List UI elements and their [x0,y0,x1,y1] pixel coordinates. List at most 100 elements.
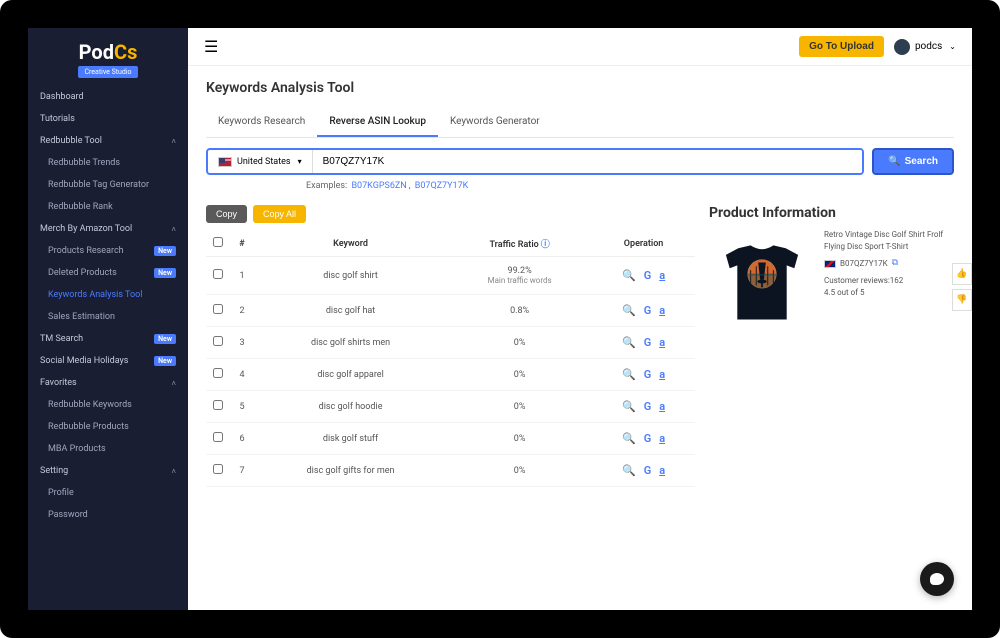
asin-input[interactable] [313,150,863,173]
topbar: ☰ Go To Upload podcs ⌄ [188,28,972,66]
row-checkbox[interactable] [213,400,223,410]
sidebar-item-redbubble-tag[interactable]: Redbubble Tag Generator [28,174,188,196]
row-traffic: 0.8% [447,295,592,327]
row-keyword: disc golf shirt [254,257,447,295]
new-badge: New [154,356,176,366]
new-badge: New [154,334,176,344]
examples: Examples: B07KGPS6ZN, B07QZ7Y17K [206,181,954,191]
google-op-icon[interactable]: G [644,368,652,381]
uk-flag-icon [824,260,836,268]
example-link-1[interactable]: B07KGPS6ZN [351,181,406,191]
search-op-icon[interactable]: 🔍 [622,400,636,413]
like-button[interactable]: 👍 [952,263,972,285]
amazon-op-icon[interactable]: a [659,368,665,381]
external-link-icon[interactable]: ⧉ [892,257,898,271]
row-traffic: 0% [447,359,592,391]
content: Keywords Analysis Tool Keywords Research… [188,66,972,610]
chevron-up-icon: ˄ [171,225,176,234]
sidebar-item-setting[interactable]: Setting˄ [28,460,188,482]
row-checkbox[interactable] [213,368,223,378]
row-traffic: 0% [447,391,592,423]
chat-widget[interactable] [920,562,954,596]
sidebar-item-mba-tool[interactable]: Merch By Amazon Tool˄ [28,218,188,240]
sidebar-item-profile[interactable]: Profile [28,482,188,504]
sidebar-item-favorites[interactable]: Favorites˄ [28,372,188,394]
row-num: 7 [230,455,254,487]
search-op-icon[interactable]: 🔍 [622,368,636,381]
row-num: 6 [230,423,254,455]
search-button[interactable]: 🔍 Search [872,148,954,175]
tab-reverse-asin[interactable]: Reverse ASIN Lookup [317,108,438,137]
example-link-2[interactable]: B07QZ7Y17K [415,181,469,191]
search-op-icon[interactable]: 🔍 [622,464,636,477]
copy-button[interactable]: Copy [206,205,247,223]
help-icon[interactable]: ⓘ [541,240,550,250]
sidebar-item-redbubble-rank[interactable]: Redbubble Rank [28,196,188,218]
amazon-op-icon[interactable]: a [659,336,665,349]
sidebar-item-tm-search[interactable]: TM SearchNew [28,328,188,350]
row-checkbox[interactable] [213,304,223,314]
row-keyword: disc golf apparel [254,359,447,391]
chevron-up-icon: ˄ [171,467,176,476]
row-checkbox[interactable] [213,269,223,279]
google-op-icon[interactable]: G [644,464,652,477]
search-op-icon[interactable]: 🔍 [622,432,636,445]
dislike-button[interactable]: 👎 [952,289,972,311]
amazon-op-icon[interactable]: a [659,432,665,445]
sidebar-item-redbubble-tool[interactable]: Redbubble Tool˄ [28,130,188,152]
search-op-icon[interactable]: 🔍 [622,336,636,349]
product-info-heading: Product Information [709,205,954,221]
sidebar-item-social-holidays[interactable]: Social Media HolidaysNew [28,350,188,372]
sidebar-item-redbubble-keywords[interactable]: Redbubble Keywords [28,394,188,416]
col-traffic: Traffic Ratioⓘ [447,231,592,257]
row-num: 5 [230,391,254,423]
row-checkbox[interactable] [213,336,223,346]
row-checkbox[interactable] [213,432,223,442]
sidebar-item-keywords-analysis[interactable]: Keywords Analysis Tool [28,284,188,306]
amazon-op-icon[interactable]: a [659,464,665,477]
new-badge: New [154,246,176,256]
product-asin: B07QZ7Y17K [840,258,888,270]
google-op-icon[interactable]: G [644,304,652,317]
sidebar-item-redbubble-trends[interactable]: Redbubble Trends [28,152,188,174]
sidebar-item-password[interactable]: Password [28,504,188,526]
tab-keywords-generator[interactable]: Keywords Generator [438,108,552,137]
username: podcs [915,41,942,52]
upload-button[interactable]: Go To Upload [799,36,884,57]
chevron-up-icon: ˄ [171,137,176,146]
sidebar-item-tutorials[interactable]: Tutorials [28,108,188,130]
sidebar-item-sales-estimation[interactable]: Sales Estimation [28,306,188,328]
amazon-op-icon[interactable]: a [659,400,665,413]
logo: PodCs Creative Studio [28,28,188,86]
tabs: Keywords Research Reverse ASIN Lookup Ke… [206,108,954,138]
row-traffic: 0% [447,423,592,455]
row-checkbox[interactable] [213,464,223,474]
sidebar-item-dashboard[interactable]: Dashboard [28,86,188,108]
google-op-icon[interactable]: G [644,336,652,349]
user-menu[interactable]: podcs ⌄ [894,39,956,55]
google-op-icon[interactable]: G [644,400,652,413]
row-num: 1 [230,257,254,295]
hamburger-icon[interactable]: ☰ [204,37,218,56]
sidebar: PodCs Creative Studio Dashboard Tutorial… [28,28,188,610]
amazon-op-icon[interactable]: a [659,269,665,282]
country-select[interactable]: United States ▾ [208,150,313,173]
row-num: 3 [230,327,254,359]
search-op-icon[interactable]: 🔍 [622,269,636,282]
google-op-icon[interactable]: G [644,269,652,282]
sidebar-item-deleted-products[interactable]: Deleted ProductsNew [28,262,188,284]
select-all-checkbox[interactable] [213,237,223,247]
row-keyword: disc golf hoodie [254,391,447,423]
google-op-icon[interactable]: G [644,432,652,445]
sidebar-item-mba-products[interactable]: MBA Products [28,438,188,460]
sidebar-item-redbubble-products[interactable]: Redbubble Products [28,416,188,438]
tab-keywords-research[interactable]: Keywords Research [206,108,317,137]
chevron-down-icon: ▾ [298,157,302,166]
us-flag-icon [218,157,232,167]
amazon-op-icon[interactable]: a [659,304,665,317]
copy-all-button[interactable]: Copy All [253,205,306,223]
row-traffic: 0% [447,455,592,487]
row-num: 2 [230,295,254,327]
sidebar-item-products-research[interactable]: Products ResearchNew [28,240,188,262]
search-op-icon[interactable]: 🔍 [622,304,636,317]
